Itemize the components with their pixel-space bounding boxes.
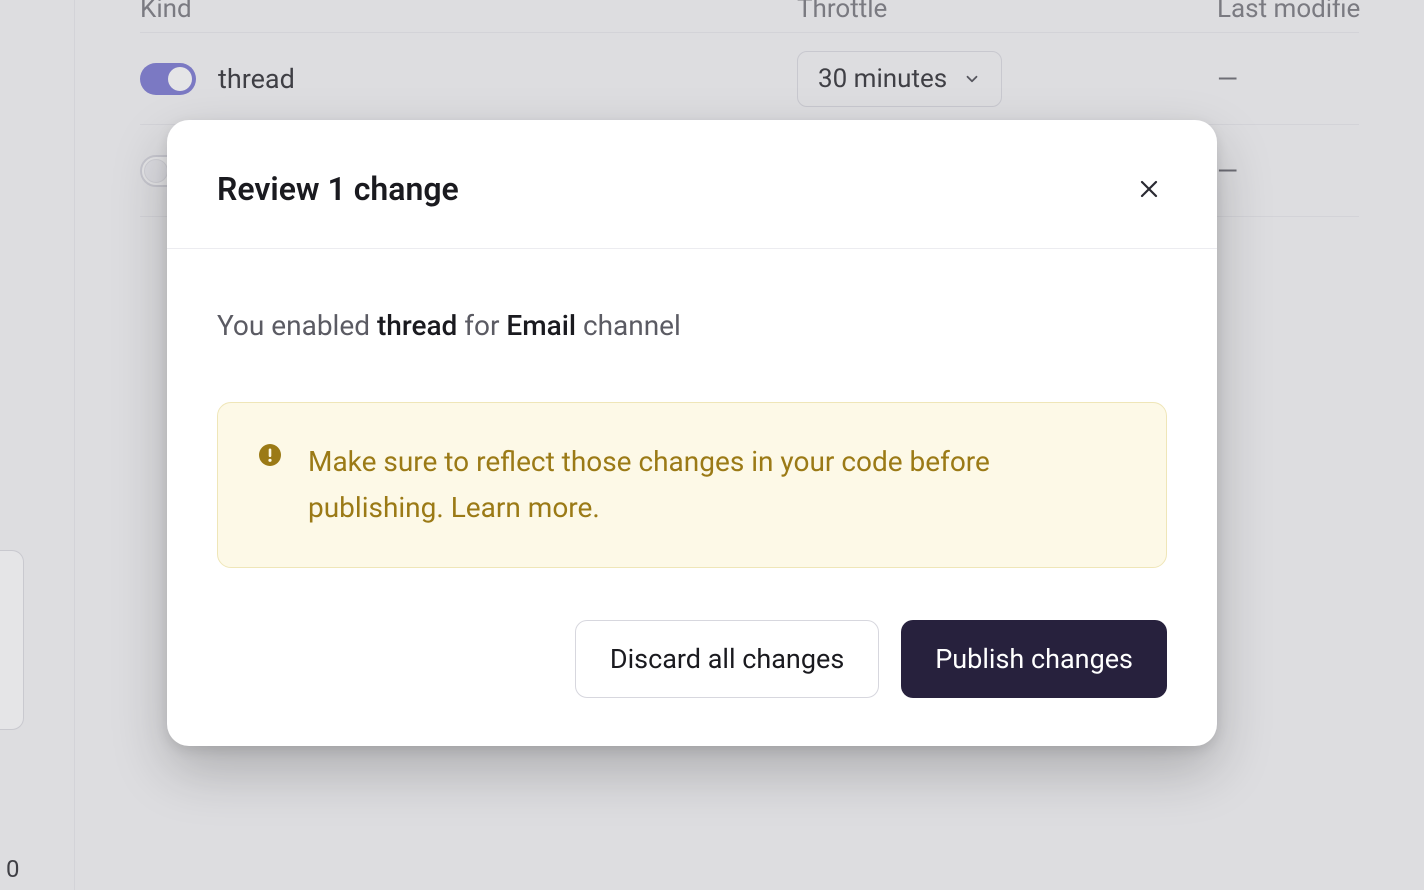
modal-footer: Discard all changes Publish changes (167, 578, 1217, 746)
change-channel: Email (506, 309, 576, 342)
modal-title: Review 1 change (217, 170, 459, 208)
modal-body: You enabled thread for Email channel Mak… (167, 249, 1217, 578)
change-suffix: channel (576, 309, 681, 342)
change-kind: thread (377, 309, 457, 342)
warning-main: Make sure to reflect those changes in yo… (308, 445, 990, 524)
learn-more-link[interactable]: Learn more. (451, 491, 600, 524)
close-button[interactable] (1131, 171, 1167, 207)
warning-icon (258, 443, 282, 471)
change-mid: for (457, 309, 506, 342)
modal-header: Review 1 change (167, 120, 1217, 249)
change-description: You enabled thread for Email channel (217, 309, 1167, 342)
publish-button[interactable]: Publish changes (901, 620, 1167, 698)
warning-text: Make sure to reflect those changes in yo… (308, 439, 1126, 531)
close-icon (1137, 177, 1161, 201)
discard-button[interactable]: Discard all changes (575, 620, 879, 698)
warning-alert: Make sure to reflect those changes in yo… (217, 402, 1167, 568)
change-prefix: You enabled (217, 309, 377, 342)
review-changes-modal: Review 1 change You enabled thread for E… (167, 120, 1217, 746)
